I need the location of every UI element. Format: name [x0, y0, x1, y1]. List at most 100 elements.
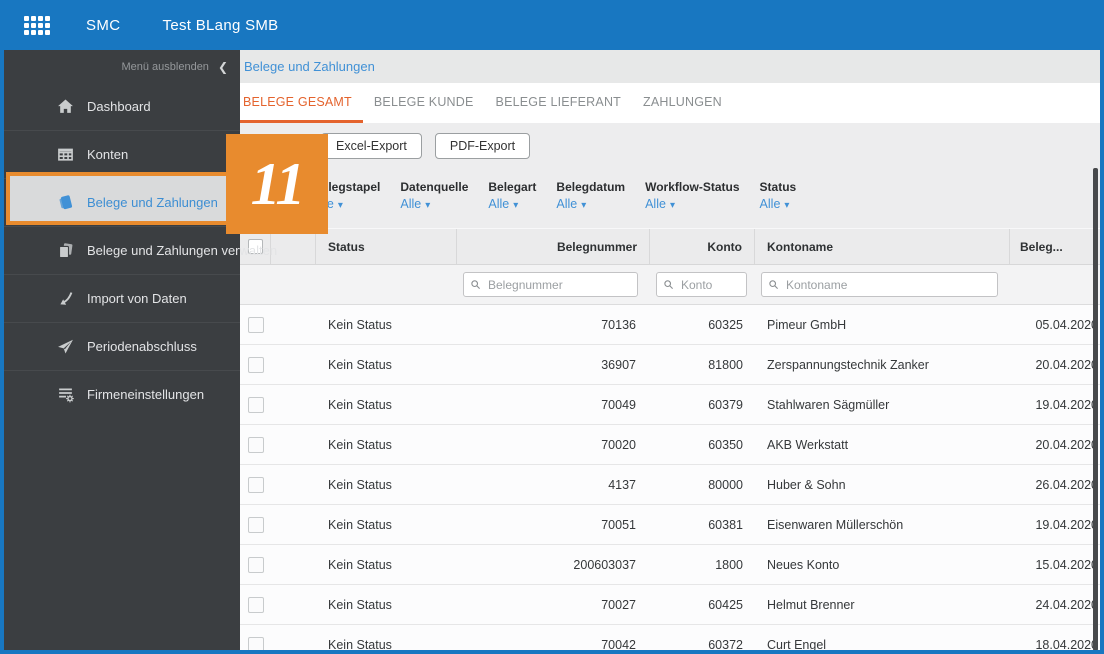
cell-belegnummer: 70042 [601, 637, 636, 652]
excel-export-button[interactable]: Excel-Export [321, 132, 422, 159]
caret-down-icon: ▾ [784, 200, 790, 211]
row-checkbox[interactable] [247, 356, 264, 373]
cell-status: Kein Status [328, 517, 392, 532]
cell-belegnummer: 70136 [601, 317, 636, 332]
company-name[interactable]: Test BLang SMB [163, 17, 279, 34]
row-checkbox[interactable] [247, 316, 264, 333]
cell-belegdatum: 19.04.2020 [1035, 517, 1098, 532]
row-checkbox[interactable] [247, 396, 264, 413]
sidebar-item-belege-und-zahlungen[interactable]: Belege und Zahlungen [0, 172, 243, 226]
row-checkbox[interactable] [247, 436, 264, 453]
main-content: Belege und Zahlungen BELEGE GESAMT BELEG… [240, 50, 1104, 654]
settings-table-icon [57, 386, 74, 403]
paper-plane-icon [57, 338, 74, 355]
column-header-belegnummer[interactable]: Belegnummer [457, 229, 650, 264]
filter-status-dropdown[interactable]: Alle ▾ [760, 197, 797, 211]
cell-status: Kein Status [328, 637, 392, 652]
filter-belegdatum-dropdown[interactable]: Alle ▾ [556, 197, 625, 211]
cell-status: Kein Status [328, 357, 392, 372]
menu-collapse-control[interactable]: Menü ausblenden ❮ [0, 50, 240, 83]
cell-status: Kein Status [328, 597, 392, 612]
row-checkbox[interactable] [247, 556, 264, 573]
cell-kontoname: Eisenwaren Müllerschön [767, 517, 904, 532]
filter-belegdatum: Belegdatum Alle ▾ [556, 180, 626, 211]
filter-status: Status Alle ▾ [759, 180, 797, 211]
cell-konto: 60379 [708, 397, 743, 412]
table-icon [57, 146, 74, 163]
cell-belegdatum: 05.04.2020 [1035, 317, 1098, 332]
column-header-empty [271, 229, 316, 264]
cell-belegnummer: 4137 [608, 477, 636, 492]
cell-konto: 60372 [708, 637, 743, 652]
menu-collapse-label: Menü ausblenden [121, 60, 209, 73]
caret-down-icon: ▾ [513, 200, 519, 211]
cell-belegdatum: 20.04.2020 [1035, 437, 1098, 452]
cell-status: Kein Status [328, 477, 392, 492]
cell-kontoname: Neues Konto [767, 557, 840, 572]
cell-belegdatum: 24.04.2020 [1035, 597, 1098, 612]
cell-belegdatum: 19.04.2020 [1035, 397, 1098, 412]
search-kontoname-input[interactable] [761, 272, 998, 297]
table-row[interactable]: Kein Status 70051 60381 Eisenwaren Mülle… [240, 505, 1104, 545]
table-row[interactable]: Kein Status 70136 60325 Pimeur GmbH 05.0… [240, 305, 1104, 345]
row-checkbox[interactable] [247, 636, 264, 653]
cell-kontoname: Stahlwaren Sägmüller [767, 397, 890, 412]
sidebar-item-periodenabschluss[interactable]: Periodenabschluss [0, 322, 240, 370]
cell-kontoname: Huber & Sohn [767, 477, 846, 492]
book-icon [57, 194, 74, 211]
row-checkbox[interactable] [247, 596, 264, 613]
tab-belege-gesamt[interactable]: BELEGE GESAMT [240, 83, 363, 123]
search-icon [470, 279, 481, 290]
column-header-konto[interactable]: Konto [650, 229, 755, 264]
column-header-kontoname[interactable]: Kontoname [755, 229, 1010, 264]
table-row[interactable]: Kein Status 200603037 1800 Neues Konto 1… [240, 545, 1104, 585]
sidebar-item-konten[interactable]: Konten [0, 130, 240, 178]
table-row[interactable]: Kein Status 36907 81800 Zerspannungstech… [240, 345, 1104, 385]
table-search-row [240, 265, 1104, 305]
tab-belege-lieferant[interactable]: BELEGE LIEFERANT [485, 83, 632, 123]
cell-belegnummer: 70051 [601, 517, 636, 532]
breadcrumb-band: Belege und Zahlungen [240, 50, 1104, 83]
tab-zahlungen[interactable]: ZAHLUNGEN [632, 83, 733, 123]
apps-grid-icon[interactable] [24, 15, 50, 35]
sidebar-item-firmeneinstellungen[interactable]: Firmeneinstellungen [0, 370, 240, 418]
app-window: SMC Test BLang SMB Menü ausblenden ❮ Das… [0, 0, 1104, 654]
table-row[interactable]: Kein Status 70020 60350 AKB Werkstatt 20… [240, 425, 1104, 465]
row-checkbox[interactable] [247, 516, 264, 533]
cell-kontoname: AKB Werkstatt [767, 437, 849, 452]
tabs-row: BELEGE GESAMT BELEGE KUNDE BELEGE LIEFER… [240, 83, 1104, 123]
cell-konto: 81800 [708, 357, 743, 372]
filter-belegart-dropdown[interactable]: Alle ▾ [488, 197, 536, 211]
filter-belegart: Belegart Alle ▾ [488, 180, 537, 211]
column-header-belegdatum[interactable]: Beleg... [1010, 229, 1104, 264]
vertical-scrollbar[interactable] [1093, 168, 1098, 651]
table-row[interactable]: Kein Status 70027 60425 Helmut Brenner 2… [240, 585, 1104, 625]
cell-kontoname: Zerspannungstechnik Zanker [767, 357, 929, 372]
sidebar-items: Dashboard Konten Belege und Zahlungen Be… [0, 83, 277, 418]
tab-belege-kunde[interactable]: BELEGE KUNDE [363, 83, 485, 123]
cell-belegdatum: 15.04.2020 [1035, 557, 1098, 572]
sidebar-item-import-von-daten[interactable]: Import von Daten [0, 274, 240, 322]
table-row[interactable]: Kein Status 70042 60372 Curt Engel 18.04… [240, 625, 1104, 654]
cell-kontoname: Pimeur GmbH [767, 317, 847, 332]
filter-workflow-status: Workflow-Status Alle ▾ [645, 180, 740, 211]
search-belegnummer-input[interactable] [463, 272, 638, 297]
annotation-step-badge: 11 [226, 134, 328, 234]
filter-datenquelle-dropdown[interactable]: Alle ▾ [400, 197, 468, 211]
filter-workflow-status-dropdown[interactable]: Alle ▾ [645, 197, 739, 211]
table-row[interactable]: Kein Status 4137 80000 Huber & Sohn 26.0… [240, 465, 1104, 505]
caret-down-icon: ▾ [337, 200, 343, 211]
pdf-export-button[interactable]: PDF-Export [434, 132, 531, 159]
column-header-status[interactable]: Status [316, 229, 457, 264]
sidebar-item-dashboard[interactable]: Dashboard [0, 83, 240, 130]
table-row[interactable]: Kein Status 70049 60379 Stahlwaren Sägmü… [240, 385, 1104, 425]
cell-kontoname: Helmut Brenner [767, 597, 855, 612]
caret-down-icon: ▾ [581, 200, 587, 211]
cell-konto: 60350 [708, 437, 743, 452]
table-header: Status Belegnummer Konto Kontoname Beleg… [240, 228, 1104, 265]
sidebar-item-belege-und-zahlungen-verwalten[interactable]: Belege und Zahlungen verwalten [0, 226, 277, 274]
row-checkbox[interactable] [247, 476, 264, 493]
toolbar: e Excel-Export PDF-Export [240, 123, 1104, 168]
chevron-left-icon: ❮ [217, 59, 228, 74]
cell-belegnummer: 70020 [601, 437, 636, 452]
